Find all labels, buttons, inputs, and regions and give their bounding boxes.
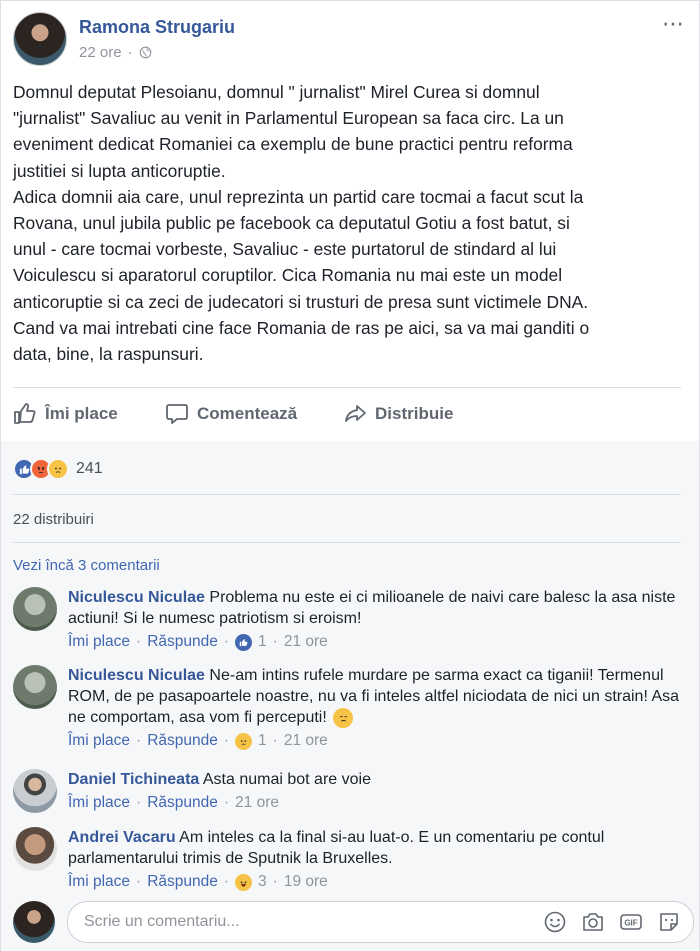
comment-reply-link[interactable]: Răspunde [147, 794, 218, 812]
emoji-icon[interactable] [543, 910, 567, 934]
comment-reaction-count[interactable]: 1 [258, 633, 267, 651]
post-time[interactable]: 22 ore [79, 44, 122, 61]
camera-icon[interactable] [581, 910, 605, 934]
commenter-avatar[interactable] [13, 587, 57, 631]
sad-reaction-icon [47, 458, 69, 480]
comment-meta: Îmi place · Răspunde · 21 ore [68, 794, 279, 812]
more-options-icon[interactable]: ⋯ [662, 11, 685, 37]
post-header: Ramona Strugariu 22 ore · [13, 11, 235, 67]
divider [13, 494, 681, 495]
post-text: Domnul deputat Plesoianu, domnul " jurna… [13, 82, 590, 365]
comment-reply-link[interactable]: Răspunde [147, 873, 218, 891]
sticker-icon[interactable] [657, 910, 681, 934]
comment-time[interactable]: 21 ore [284, 732, 328, 750]
comment-content: Asta numai bot are voie [202, 771, 371, 788]
comment-text: Daniel Tichineata Asta numai bot are voi… [68, 769, 680, 790]
comment-like-link[interactable]: Îmi place [68, 873, 130, 891]
comment-like-link[interactable]: Îmi place [68, 794, 130, 812]
comment-icon [166, 404, 188, 424]
svg-text:GIF: GIF [624, 919, 637, 928]
comment-time[interactable]: 21 ore [284, 633, 328, 651]
thumbs-up-icon [14, 403, 36, 424]
comment-reaction-count[interactable]: 3 [258, 873, 267, 891]
comment-meta: Îmi place · Răspunde · 1 · 21 ore [68, 732, 328, 750]
comment-input-box[interactable]: GIF [67, 901, 694, 943]
share-icon [345, 405, 366, 422]
view-more-comments-link[interactable]: Vezi încă 3 comentarii [13, 557, 160, 574]
reactions-summary[interactable]: 241 [13, 458, 103, 480]
comment-time[interactable]: 19 ore [284, 873, 328, 891]
post-card: Ramona Strugariu 22 ore · ⋯ Domnul deput… [0, 0, 700, 951]
comment-reply-link[interactable]: Răspunde [147, 633, 218, 651]
comment-input[interactable] [84, 913, 543, 931]
sad-emoji-icon [333, 707, 354, 728]
comment: Niculescu Niculae Ne-am intins rufele mu… [13, 665, 680, 750]
comment-label: Comentează [197, 404, 298, 423]
comment-reply-link[interactable]: Răspunde [147, 732, 218, 750]
commenter-name[interactable]: Niculescu Niculae [68, 589, 205, 606]
author-name[interactable]: Ramona Strugariu [79, 17, 235, 38]
gif-icon[interactable]: GIF [619, 910, 643, 934]
commenter-avatar[interactable] [13, 665, 57, 709]
share-button[interactable]: Distribuie [343, 402, 453, 426]
comment: Niculescu Niculae Problema nu este ei ci… [13, 587, 680, 651]
comment-like-link[interactable]: Îmi place [68, 732, 130, 750]
like-button[interactable]: Îmi place [13, 402, 165, 426]
comment-time[interactable]: 21 ore [235, 794, 279, 812]
commenter-name[interactable]: Daniel Tichineata [68, 771, 199, 788]
commenter-avatar[interactable] [13, 769, 57, 813]
comment-button[interactable]: Comentează [165, 402, 343, 426]
post-actions: Îmi place Comentează Distribuie [13, 397, 681, 431]
sad-reaction-icon [235, 732, 253, 750]
like-label: Îmi place [45, 404, 118, 423]
comment-text: Niculescu Niculae Problema nu este ei ci… [68, 587, 680, 629]
reaction-count: 241 [76, 460, 103, 477]
shares-count[interactable]: 22 distribuiri [13, 511, 94, 528]
divider [13, 387, 681, 388]
haha-reaction-icon [235, 873, 253, 891]
share-label: Distribuie [375, 404, 454, 423]
user-avatar[interactable] [13, 901, 55, 943]
comment-text: Niculescu Niculae Ne-am intins rufele mu… [68, 665, 680, 728]
comment-like-link[interactable]: Îmi place [68, 633, 130, 651]
comment: Andrei Vacaru Am inteles ca la final si-… [13, 827, 680, 891]
like-reaction-icon [235, 633, 253, 651]
divider [13, 542, 681, 543]
comment-meta: Îmi place · Răspunde · 1 · 21 ore [68, 633, 328, 651]
author-avatar[interactable] [13, 12, 67, 66]
comment-reaction-count[interactable]: 1 [258, 732, 267, 750]
comment-composer: GIF [13, 901, 694, 943]
comment: Daniel Tichineata Asta numai bot are voi… [13, 769, 680, 813]
commenter-name[interactable]: Andrei Vacaru [68, 829, 176, 846]
commenter-name[interactable]: Niculescu Niculae [68, 667, 205, 684]
comment-text: Andrei Vacaru Am inteles ca la final si-… [68, 827, 680, 869]
comment-meta: Îmi place · Răspunde · 3 · 19 ore [68, 873, 328, 891]
globe-icon [139, 46, 151, 59]
commenter-avatar[interactable] [13, 827, 57, 871]
